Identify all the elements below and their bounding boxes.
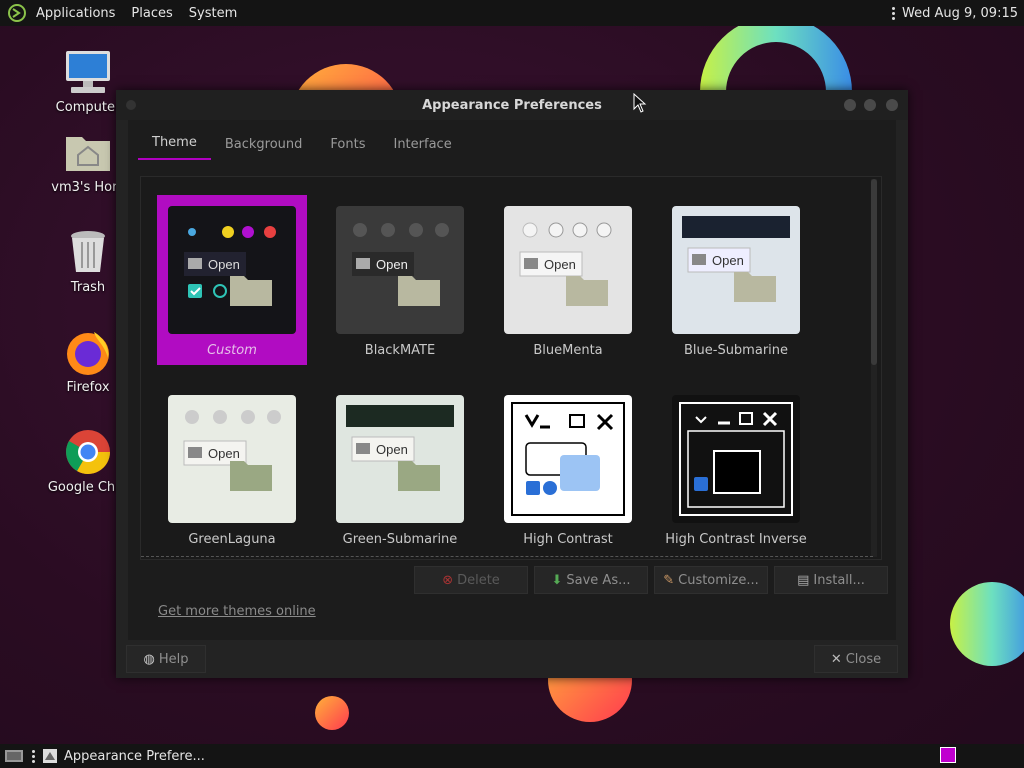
- close-icon: ✕: [830, 651, 842, 667]
- theme-name: High Contrast: [523, 532, 613, 547]
- mouse-cursor-icon: [633, 93, 647, 113]
- bottom-panel: Appearance Prefere...: [0, 744, 1024, 768]
- kebab-icon: [892, 6, 896, 20]
- computer-icon: [66, 51, 110, 93]
- tab-bar: Theme Background Fonts Interface: [128, 120, 896, 160]
- theme-preview-art: [679, 402, 793, 516]
- preview-open-label: Open: [208, 257, 240, 272]
- clock: Wed Aug 9, 09:15: [902, 5, 1018, 21]
- theme-preview: Open: [336, 206, 464, 334]
- theme-preview-art: Open: [346, 405, 454, 491]
- theme-preview: Open: [504, 206, 632, 334]
- window-menu-icon[interactable]: [126, 100, 136, 110]
- theme-item-blackmate[interactable]: Open BlackMATE: [325, 195, 475, 365]
- theme-name: High Contrast Inverse: [665, 532, 807, 547]
- help-icon: ◍: [143, 651, 155, 667]
- tab-interface[interactable]: Interface: [379, 137, 465, 160]
- more-themes-link[interactable]: Get more themes online: [158, 604, 316, 619]
- dialog-content: Theme Background Fonts Interface Open Cu…: [128, 120, 896, 640]
- chrome-icon: [66, 430, 110, 474]
- scrollbar-thumb[interactable]: [871, 179, 877, 365]
- theme-preview: Open: [168, 395, 296, 523]
- firefox-icon: [67, 332, 109, 375]
- preview-open-label: Open: [712, 253, 744, 268]
- theme-list[interactable]: Open Custom Open BlackMATE Open BlueMent…: [140, 176, 882, 560]
- theme-preview: Open: [336, 395, 464, 523]
- theme-name: GreenLaguna: [188, 532, 276, 547]
- preview-open-label: Open: [376, 442, 408, 457]
- theme-preview: Open: [672, 206, 800, 334]
- window-title: Appearance Preferences: [422, 97, 602, 113]
- close-window-icon[interactable]: [886, 99, 898, 111]
- maximize-icon[interactable]: [864, 99, 876, 111]
- theme-item-high-contrast[interactable]: High Contrast: [493, 384, 643, 554]
- help-button[interactable]: ◍ Help: [126, 645, 206, 673]
- theme-preview-art: [511, 402, 625, 516]
- install-button[interactable]: ▤ Install...: [774, 566, 888, 594]
- minimize-icon[interactable]: [844, 99, 856, 111]
- install-icon: ▤: [797, 572, 810, 588]
- menu-system[interactable]: System: [181, 6, 245, 21]
- tab-background[interactable]: Background: [211, 137, 317, 160]
- delete-button[interactable]: ⊗ Delete: [414, 566, 528, 594]
- theme-preview: [504, 395, 632, 523]
- theme-item-blue-submarine[interactable]: Open Blue-Submarine: [661, 195, 811, 365]
- save-as-button[interactable]: ⬇ Save As...: [534, 566, 648, 594]
- theme-preview: [672, 395, 800, 523]
- menu-applications[interactable]: Applications: [28, 6, 123, 21]
- customize-icon: ✎: [663, 572, 675, 588]
- theme-preview-art: Open: [682, 216, 790, 302]
- clock-area[interactable]: Wed Aug 9, 09:15: [892, 0, 1018, 26]
- mate-logo-icon[interactable]: [8, 4, 26, 22]
- taskbar-item-label: Appearance Prefere...: [64, 748, 205, 764]
- menu-places[interactable]: Places: [123, 6, 180, 21]
- appearance-preferences-window: Appearance Preferences Theme Background …: [116, 90, 908, 678]
- top-panel: Applications Places System Wed Aug 9, 09…: [0, 0, 1024, 26]
- preview-open-label: Open: [208, 446, 240, 461]
- home-folder-icon: [66, 137, 110, 171]
- theme-name: Green-Submarine: [342, 532, 458, 547]
- trash-icon: [71, 231, 105, 272]
- theme-actions: ⊗ Delete ⬇ Save As... ✎ Customize... ▤ I…: [414, 566, 888, 594]
- theme-name: Blue-Submarine: [683, 343, 789, 358]
- close-button[interactable]: ✕ Close: [814, 645, 898, 673]
- theme-item-high-contrast-inverse[interactable]: High Contrast Inverse: [661, 384, 811, 554]
- workspace-switcher[interactable]: [940, 747, 956, 763]
- customize-button[interactable]: ✎ Customize...: [654, 566, 768, 594]
- save-icon: ⬇: [551, 572, 563, 588]
- preview-open-label: Open: [544, 257, 576, 272]
- theme-preview-art: Open: [183, 410, 281, 491]
- list-divider: [141, 556, 873, 557]
- show-desktop-icon[interactable]: [4, 748, 24, 764]
- theme-preview-art: Open: [352, 223, 449, 306]
- tab-theme[interactable]: Theme: [138, 135, 211, 160]
- title-bar[interactable]: Appearance Preferences: [116, 90, 908, 120]
- theme-item-greenlaguna[interactable]: Open GreenLaguna: [157, 384, 307, 554]
- taskbar-item-appearance[interactable]: Appearance Prefere...: [42, 748, 205, 764]
- panel-handle-icon: [32, 749, 36, 763]
- theme-preview-art: Open: [519, 222, 612, 306]
- theme-name: BlackMATE: [364, 343, 436, 358]
- theme-item-custom[interactable]: Open Custom: [157, 195, 307, 365]
- delete-icon: ⊗: [442, 572, 454, 588]
- theme-item-bluementa[interactable]: Open BlueMenta: [493, 195, 643, 365]
- tab-fonts[interactable]: Fonts: [316, 137, 379, 160]
- preview-open-label: Open: [376, 257, 408, 272]
- appearance-icon: [43, 749, 57, 763]
- theme-preview-art: Open: [184, 226, 276, 306]
- theme-preview: Open: [168, 206, 296, 334]
- theme-name: Custom: [207, 343, 257, 358]
- theme-name: BlueMenta: [533, 343, 603, 358]
- theme-item-green-submarine[interactable]: Open Green-Submarine: [325, 384, 475, 554]
